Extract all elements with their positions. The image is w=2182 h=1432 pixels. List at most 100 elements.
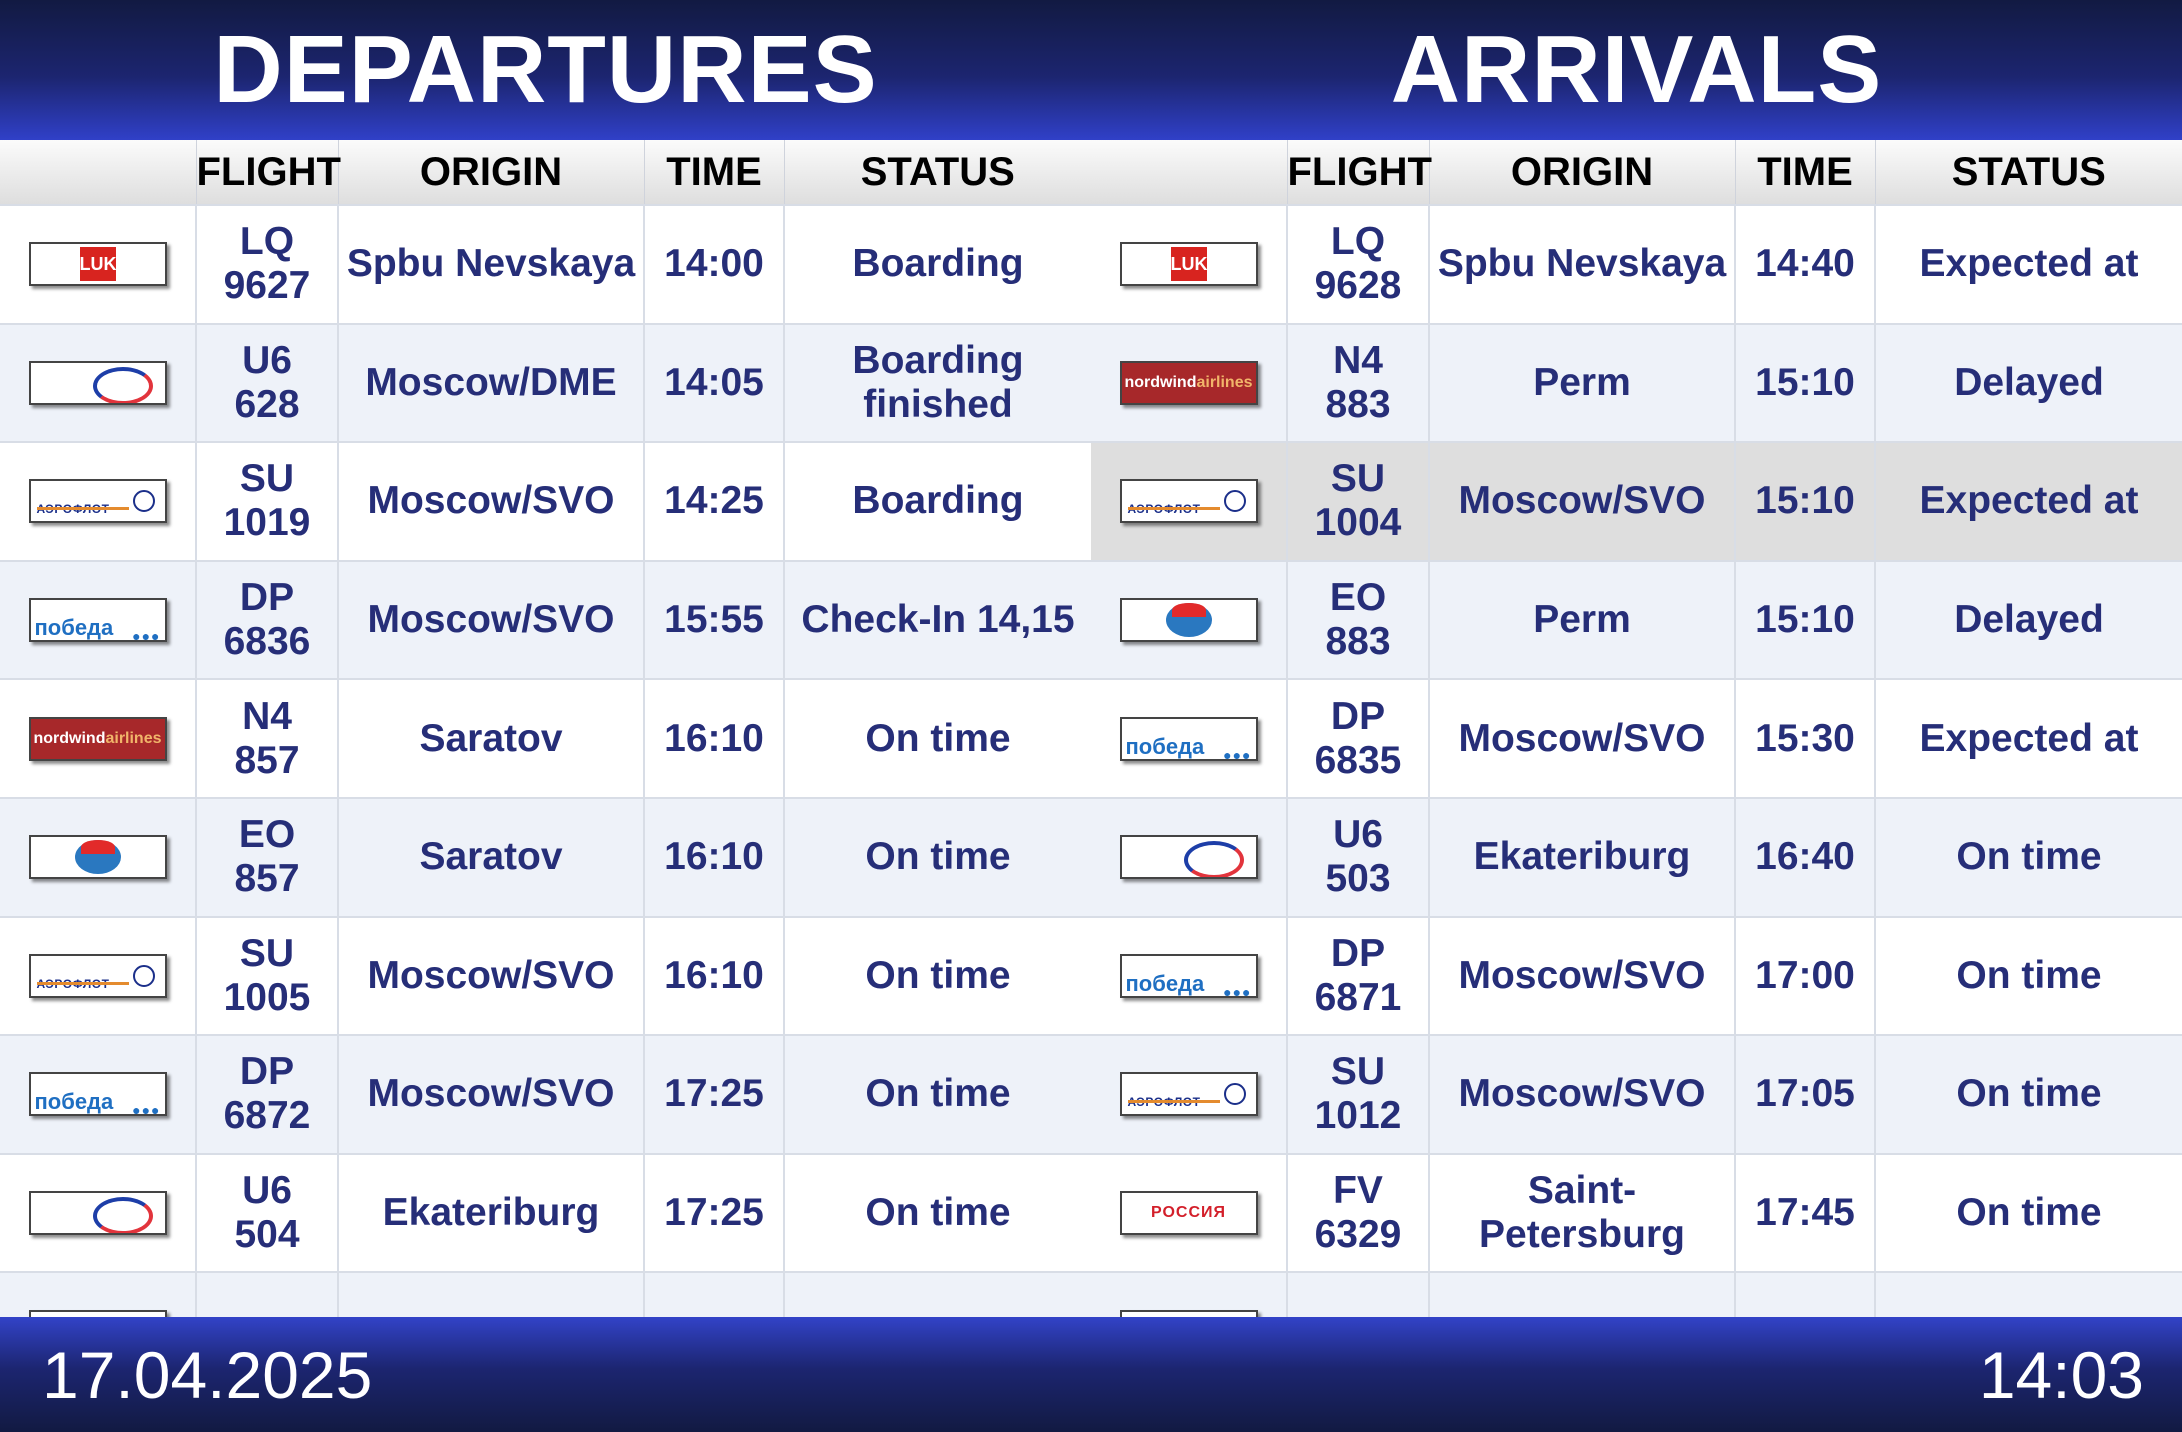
board-footer: 17.04.2025 14:03 xyxy=(0,1317,2182,1432)
status-cell: Check-In 14,15 xyxy=(783,559,1091,680)
departures-rows: LUKLQ9627Spbu Nevskaya14:00BoardingURAL … xyxy=(0,204,1091,1317)
airline-logo-cell: LUK xyxy=(1091,204,1287,324)
status-cell: On time xyxy=(783,796,1091,917)
flight-number: 1012 xyxy=(1314,1094,1402,1138)
flight-row: победа ●●● DP 6835 Moscow/SVO 15:30 Expected a… xyxy=(1091,678,2182,798)
pobeda-logo-text: победа xyxy=(1125,970,1205,996)
flight-number-cell: LQ 9627 xyxy=(195,204,338,324)
departures-title: DEPARTURES xyxy=(213,16,878,123)
airline-logo-cell: АЭРОФЛОТ xyxy=(0,915,196,1036)
flight-row: URAL AIRLINESU6504Ekateriburg17:25On tim… xyxy=(0,1152,1091,1273)
aeroflot-emblem-icon xyxy=(1223,1083,1246,1106)
time-cell: 16:10 xyxy=(643,796,784,917)
lukoil-avia-logo: LUK xyxy=(28,242,167,287)
aeroflot-logo-text: АЭРОФЛОТ xyxy=(37,487,110,521)
logo-inner: nordwind airlines xyxy=(1122,363,1256,403)
ural-logo-text: URAL AIRLINES xyxy=(45,1217,114,1233)
flight-code: EO xyxy=(238,813,296,857)
time-cell: 16:40 xyxy=(1734,796,1875,917)
flight-code: LQ xyxy=(239,220,295,264)
pobeda-dots-icon: ●●● xyxy=(132,1102,161,1117)
flight-number-cell: LQ 9628 xyxy=(1286,204,1429,324)
origin-cell xyxy=(1428,1271,1735,1317)
flight-code: SU xyxy=(201,1310,333,1317)
time-cell: 15:10 xyxy=(1734,559,1875,680)
airline-logo-cell: URAL AIRLINES xyxy=(0,322,196,443)
flight-column-header: FLIGHT xyxy=(1286,140,1432,205)
status-cell: On time xyxy=(783,1152,1091,1273)
flight-row: EO 883 Perm 15:10 Delayed xyxy=(1091,559,2182,680)
status-cell: On time xyxy=(783,678,1091,798)
flight-number-cell: U6 628 xyxy=(195,322,338,443)
status-cell: Expected at xyxy=(1874,441,2182,561)
logo-inner: РОССИЯ xyxy=(1122,1193,1256,1233)
airline-logo-cell: URAL AIRLINES xyxy=(1091,796,1287,917)
nordwind-logo-text: nordwind xyxy=(1124,373,1197,391)
flight-code: DP xyxy=(239,1050,295,1094)
origin-cell: Moscow/SVO xyxy=(337,915,644,1036)
aeroflot-emblem-icon xyxy=(132,490,155,513)
flight-number: 6329 xyxy=(1314,1213,1402,1257)
flight-code: SU xyxy=(239,457,295,501)
status-cell: Expected at xyxy=(1874,204,2182,324)
aeroflot-line xyxy=(1127,507,1220,511)
airline-logo-cell: АЭРОФЛОТ xyxy=(1091,441,1287,561)
logo-inner: nordwind airlines xyxy=(31,719,165,759)
flight-code: DP xyxy=(239,576,295,620)
origin-cell: Perm xyxy=(1428,322,1735,443)
status-cell: On time xyxy=(1874,796,2182,917)
aeroflot-logo-text: АЭРОФЛОТ xyxy=(1128,1080,1201,1114)
time-cell: 15:10 xyxy=(1734,441,1875,561)
flight-number-cell: DP 6872 xyxy=(195,1034,338,1154)
status-cell: Delayed xyxy=(1874,559,2182,680)
aeroflot-emblem-icon xyxy=(1223,490,1246,513)
airline-logo-cell: победа ●●● xyxy=(0,559,196,680)
flight-number-cell: SU 1012 xyxy=(1286,1034,1429,1154)
time-cell: 14:05 xyxy=(643,322,784,443)
flight-number-cell: SU 1019 xyxy=(195,441,338,561)
departures-table: FLIGHT ORIGIN TIME STATUS LUK LQ 9627 Spbu … xyxy=(0,140,1091,1317)
flight-row: SU xyxy=(1091,1271,2182,1317)
time-cell: 15:10 xyxy=(1734,322,1875,443)
flight-number-cell: DP 6835 xyxy=(1286,678,1429,798)
flight-code: DP xyxy=(1330,931,1386,975)
origin-cell: Spbu Nevskaya xyxy=(337,204,644,324)
flight-number-cell: SU 1004 xyxy=(1286,441,1429,561)
flight-number: 503 xyxy=(1325,857,1391,901)
flight-number: 504 xyxy=(234,1213,300,1257)
logo-column-header xyxy=(0,140,196,205)
airline-logo-cell: nordwind airlines xyxy=(0,678,196,798)
flight-number-cell: U6 504 xyxy=(195,1152,338,1273)
time-cell: 16:10 xyxy=(643,915,784,1036)
flight-row: SU xyxy=(0,1271,1091,1317)
flight-number-cell: EO 857 xyxy=(195,796,338,917)
globe-icon xyxy=(74,840,121,875)
flight-row: АЭРОФЛОТSU1004Moscow/SVO15:10Expected at xyxy=(1091,441,2182,561)
flight-row: победа ●●● DP 6872 Moscow/SVO 17:25 On time xyxy=(0,1034,1091,1154)
airline-logo-cell xyxy=(1091,559,1287,680)
flight-row: победа ●●● DP 6836 Moscow/SVO 15:55 Check-In 1… xyxy=(0,559,1091,680)
nordwind-logo-subtext: airlines xyxy=(1196,373,1253,391)
origin-cell: Saratov xyxy=(337,796,644,917)
flight-number-cell: SU 1005 xyxy=(195,915,338,1036)
origin-cell: Moscow/SVO xyxy=(1428,1034,1735,1154)
flight-number: 857 xyxy=(234,857,300,901)
status-cell: Delayed xyxy=(1874,322,2182,443)
ural-airlines-logo: URAL AIRLINES xyxy=(28,1191,167,1236)
flight-number-cell: U6 503 xyxy=(1286,796,1429,917)
lukoil-mark: LUK xyxy=(1170,247,1208,282)
pobeda-logo: победа ●●● xyxy=(1119,953,1258,998)
flight-row: LUK LQ 9627 Spbu Nevskaya 14:00 Boarding xyxy=(0,204,1091,324)
origin-cell: Moscow/SVO xyxy=(337,1034,644,1154)
origin-cell: Moscow/SVO xyxy=(1428,915,1735,1036)
arrivals-board: FLIGHT ORIGIN TIME STATUS LUK LQ 9628 Spbu … xyxy=(1091,140,2182,1317)
pobeda-dots-icon: ●●● xyxy=(1223,746,1252,761)
aeroflot-logo xyxy=(1119,1310,1258,1317)
logo-column-header xyxy=(1091,140,1287,205)
flight-number: 883 xyxy=(1325,382,1391,426)
flight-number: 857 xyxy=(234,738,300,782)
flight-number-cell: DP 6871 xyxy=(1286,915,1429,1036)
current-date: 17.04.2025 xyxy=(42,1338,373,1412)
airline-logo-cell: РОССИЯ xyxy=(1091,1152,1287,1273)
flight-column-header: FLIGHT xyxy=(195,140,341,205)
